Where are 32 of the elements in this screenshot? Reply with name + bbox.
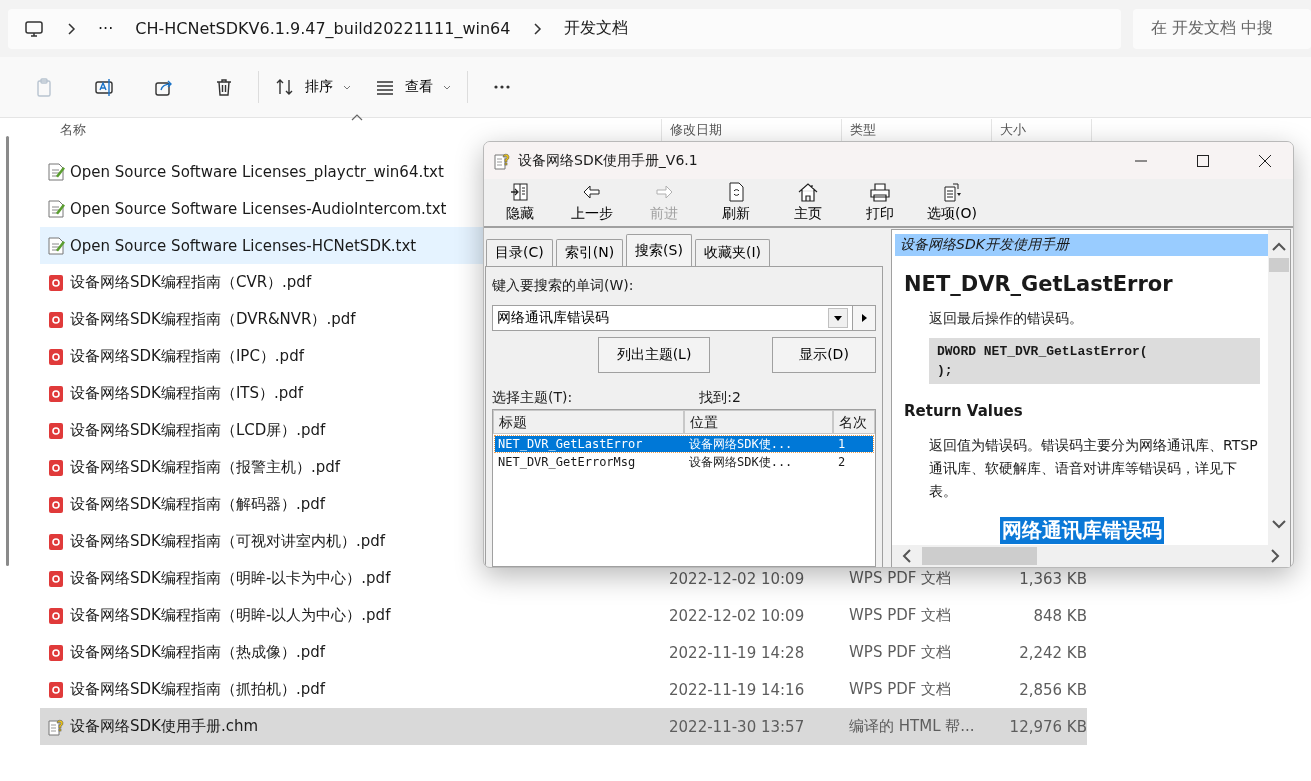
- section-heading: Return Values: [904, 402, 1024, 420]
- result-rank: 2: [837, 454, 847, 470]
- field-label: 键入要搜索的单词(W):: [492, 276, 635, 295]
- file-size: 2,242 KB: [1018, 643, 1087, 662]
- page-banner: 设备网络SDK开发使用手册: [895, 234, 1268, 256]
- page-heading: NET_DVR_GetLastError: [904, 272, 1174, 296]
- code-block: DWORD NET_DVR_GetLastError( );: [929, 338, 1260, 384]
- highlighted-heading: 网络通讯库错误码: [999, 517, 1164, 544]
- file-type: WPS PDF 文档: [849, 643, 953, 662]
- modified-date: 2022-11-30 13:57: [669, 717, 806, 736]
- paragraph: 返回值为错误码。错误码主要分为网络通讯库、RTSP通讯库、软硬解库、语音对讲库等错误码，详见下表。: [929, 436, 1259, 501]
- file-size: 848 KB: [1032, 606, 1087, 625]
- window-title: 设备网络SDK使用手册_V6.1: [518, 151, 699, 170]
- result-count: 找到:2: [699, 389, 741, 407]
- summary-text: 返回最后操作的错误码。: [929, 310, 1084, 328]
- file-type: WPS PDF 文档: [849, 569, 953, 588]
- result-location: 设备网络SDK使...: [688, 436, 794, 452]
- file-size: 12,976 KB: [1008, 717, 1087, 736]
- file-size: 2,856 KB: [1018, 680, 1087, 699]
- result-location: 设备网络SDK使...: [688, 454, 794, 470]
- file-type: WPS PDF 文档: [849, 606, 953, 625]
- modified-date: 2022-11-19 14:16: [669, 680, 806, 699]
- result-title: NET_DVR_GetErrorMsg: [497, 454, 637, 470]
- field-label: 选择主题(T):: [492, 389, 573, 407]
- result-title: NET_DVR_GetLastError: [497, 436, 644, 452]
- file-type: 编译的 HTML 帮...: [849, 717, 976, 736]
- modified-date: 2022-11-19 14:28: [669, 643, 806, 662]
- modified-date: 2022-12-02 10:09: [669, 606, 806, 625]
- modified-date: 2022-12-02 10:09: [669, 569, 806, 588]
- result-rank: 1: [837, 436, 847, 452]
- file-size: 1,363 KB: [1018, 569, 1087, 588]
- file-type: WPS PDF 文档: [849, 680, 953, 699]
